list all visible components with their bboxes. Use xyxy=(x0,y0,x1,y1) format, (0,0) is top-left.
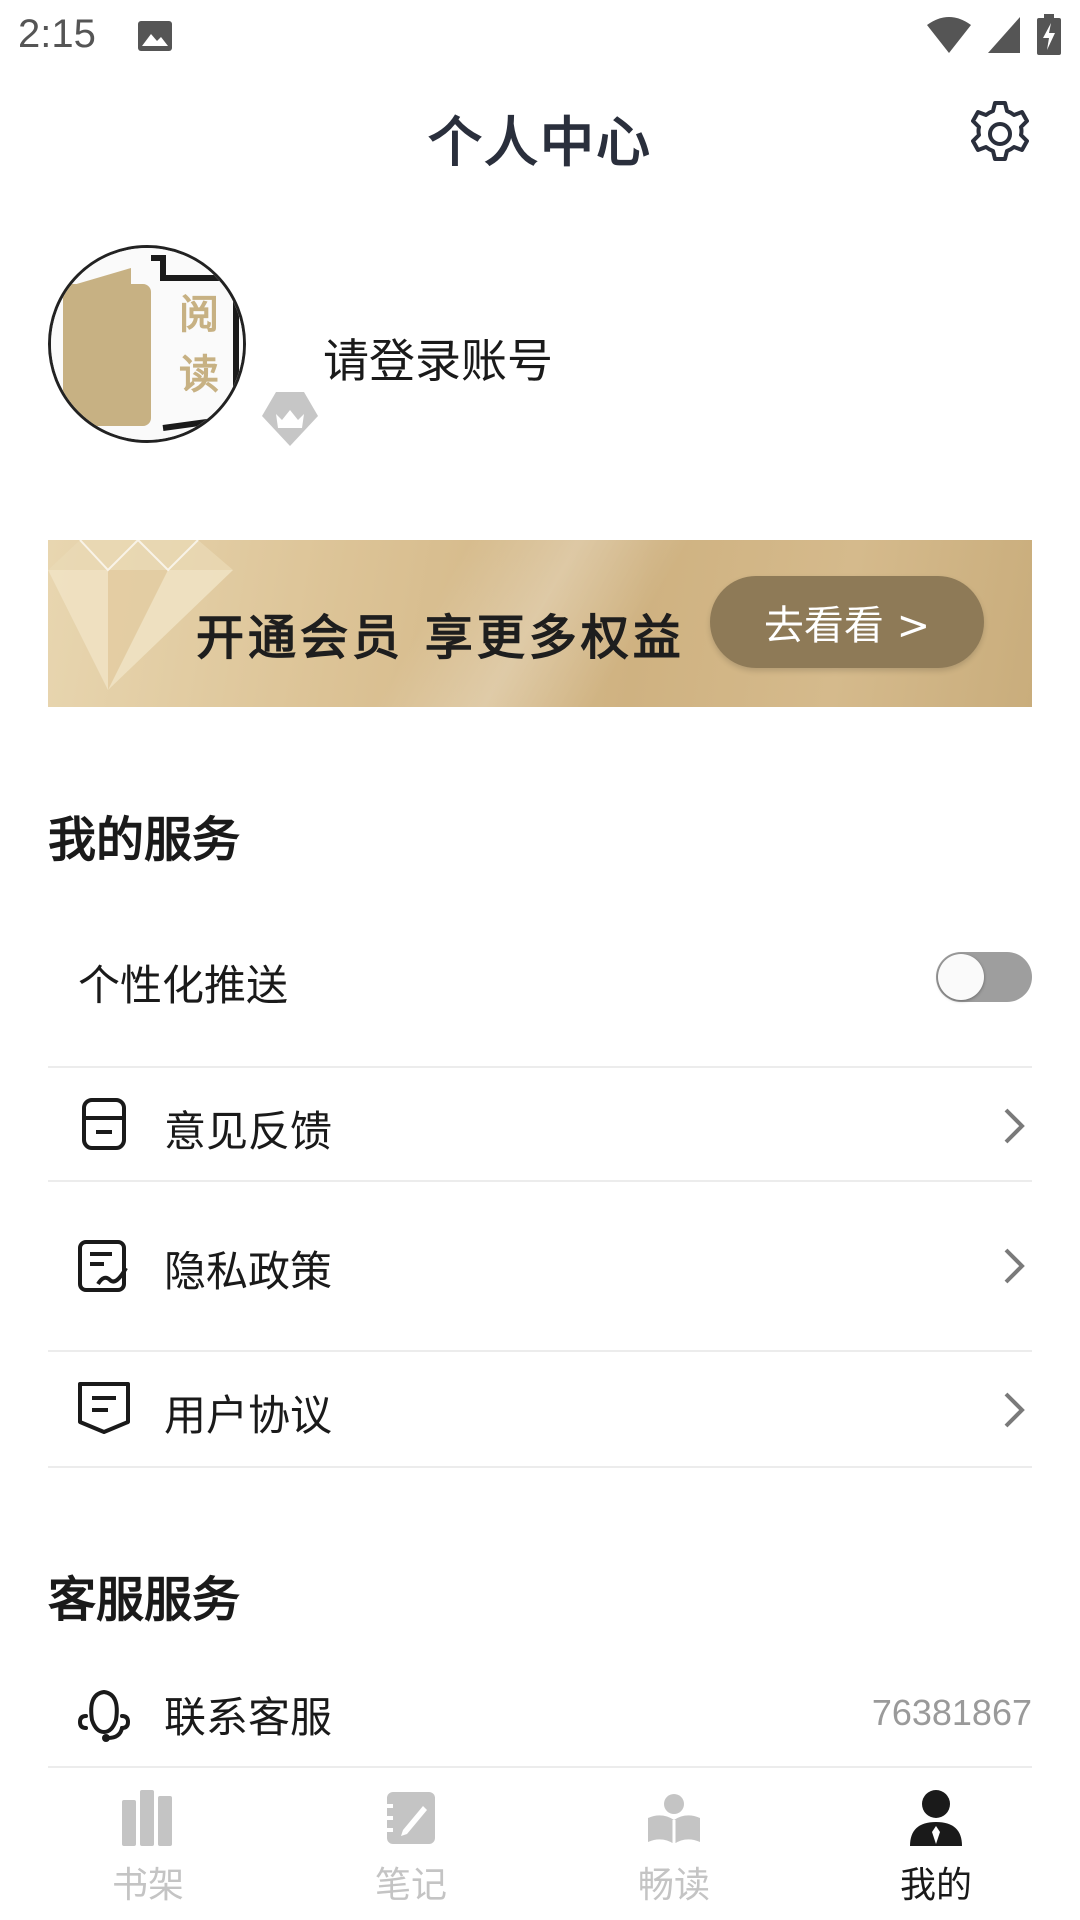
nav-label: 笔记 xyxy=(374,1865,447,1906)
nav-reading[interactable]: 畅读 xyxy=(604,1768,744,1920)
banner-text: 开通会员 享更多权益 xyxy=(196,610,685,666)
nav-label: 我的 xyxy=(899,1865,972,1906)
reading-logo-icon: 阅 读 xyxy=(51,248,243,440)
list-item-feedback[interactable]: 意见反馈 xyxy=(48,1068,1032,1182)
headset-icon xyxy=(78,1690,130,1742)
list-item-label: 隐私政策 xyxy=(164,1247,333,1296)
page-title: 个人中心 xyxy=(428,111,652,174)
avatar-text-2: 读 xyxy=(179,352,219,398)
my-services-title: 我的服务 xyxy=(48,812,241,868)
notes-icon xyxy=(383,1792,435,1844)
status-icons xyxy=(926,14,1062,56)
chevron-right-icon xyxy=(1004,1392,1025,1428)
list-item-privacy-policy[interactable]: 隐私政策 xyxy=(48,1182,1032,1350)
battery-charging-icon xyxy=(1037,14,1061,55)
login-prompt[interactable]: 请登录账号 xyxy=(323,325,553,391)
chevron-right-icon xyxy=(1004,1248,1025,1284)
nav-label: 畅读 xyxy=(637,1865,710,1906)
user-agreement-icon xyxy=(78,1382,130,1434)
status-time: 2:15 xyxy=(18,12,96,56)
vip-banner[interactable]: 开通会员 享更多权益 去看看 > xyxy=(48,540,1032,707)
contact-service-label: 联系客服 xyxy=(164,1693,333,1742)
list-item-label: 用户协议 xyxy=(164,1391,333,1440)
personalized-push-label: 个性化推送 xyxy=(78,961,289,1010)
chevron-right-icon xyxy=(1004,1108,1025,1144)
nav-notes[interactable]: 笔记 xyxy=(341,1768,481,1920)
feedback-icon xyxy=(82,1098,126,1150)
nav-bookshelf[interactable]: 书架 xyxy=(78,1768,218,1920)
image-icon xyxy=(138,21,172,51)
profile-section[interactable]: 阅 读 请登录账号 xyxy=(48,245,1032,455)
contact-service-row[interactable]: 联系客服 76381867 xyxy=(48,1670,1032,1766)
nav-label: 书架 xyxy=(111,1865,184,1906)
profile-icon xyxy=(910,1790,962,1846)
status-bar: 2:15 xyxy=(0,0,1080,72)
toggle-knob xyxy=(938,954,984,1000)
bookshelf-icon xyxy=(122,1790,172,1846)
gear-icon[interactable] xyxy=(964,98,1036,170)
divider xyxy=(48,1466,1032,1468)
go-see-button[interactable]: 去看看 > xyxy=(710,576,984,668)
reading-icon xyxy=(648,1794,700,1844)
personalized-push-toggle[interactable] xyxy=(936,952,1032,1002)
nav-profile[interactable]: 我的 xyxy=(866,1768,1006,1920)
crown-icon xyxy=(262,392,318,446)
privacy-policy-icon xyxy=(78,1240,128,1292)
header: 个人中心 xyxy=(0,86,1080,176)
avatar[interactable]: 阅 读 xyxy=(48,245,246,443)
wifi-icon xyxy=(927,17,971,53)
signal-icon xyxy=(988,17,1020,53)
customer-services-title: 客服服务 xyxy=(48,1572,241,1628)
bottom-nav: 书架 笔记 畅读 我的 xyxy=(0,1768,1080,1920)
service-number: 76381867 xyxy=(871,1692,1032,1733)
list-item-user-agreement[interactable]: 用户协议 xyxy=(48,1352,1032,1466)
avatar-text-1: 阅 xyxy=(179,292,219,338)
personalized-push-row: 个性化推送 xyxy=(48,940,1032,1020)
list-item-label: 意见反馈 xyxy=(164,1107,333,1156)
